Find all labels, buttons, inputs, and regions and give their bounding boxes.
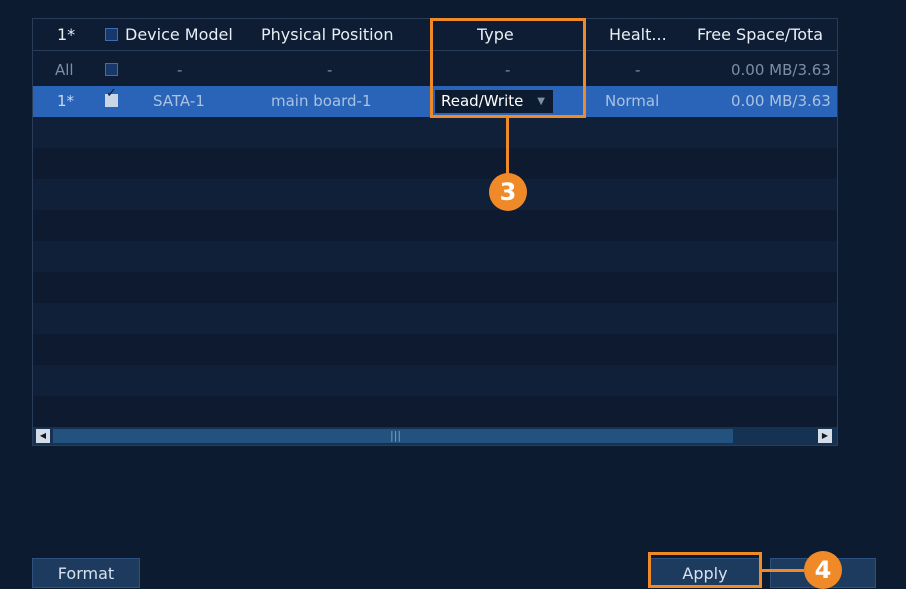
- row-free-space: 0.00 MB/3.63: [731, 92, 831, 110]
- header-physical-position[interactable]: Physical Position: [261, 19, 393, 50]
- step-3-badge: 3: [489, 173, 527, 211]
- callout-line: [762, 569, 804, 572]
- row-physical-position: -: [327, 61, 333, 79]
- empty-row: [33, 365, 837, 396]
- empty-row: [33, 241, 837, 272]
- row-device-model: -: [177, 61, 183, 79]
- empty-row: [33, 179, 837, 210]
- header-device-model[interactable]: Device Model: [125, 19, 233, 50]
- horizontal-scrollbar[interactable]: ◀ ||| ▶: [33, 427, 837, 445]
- empty-row: [33, 117, 837, 148]
- type-column-highlight: [430, 18, 586, 118]
- empty-row: [33, 272, 837, 303]
- row-checkbox[interactable]: [105, 63, 118, 76]
- empty-row: [33, 396, 837, 427]
- empty-row: [33, 148, 837, 179]
- row-device-model: SATA-1: [153, 92, 205, 110]
- row-health: Normal: [605, 92, 660, 110]
- empty-row: [33, 334, 837, 365]
- row-health: -: [635, 61, 641, 79]
- apply-button-highlight: [648, 552, 762, 588]
- empty-row: [33, 303, 837, 334]
- row-num: All: [55, 61, 74, 79]
- row-physical-position: main board-1: [271, 92, 372, 110]
- select-all-checkbox[interactable]: [105, 28, 118, 41]
- header-health[interactable]: Healt...: [609, 19, 667, 50]
- callout-line: [506, 118, 509, 174]
- format-button[interactable]: Format: [32, 558, 140, 588]
- row-free-space: 0.00 MB/3.63: [731, 61, 831, 79]
- grip-icon: |||: [390, 429, 402, 442]
- scroll-left-arrow-icon[interactable]: ◀: [36, 429, 50, 443]
- header-num[interactable]: 1*: [57, 19, 75, 50]
- scrollbar-thumb[interactable]: |||: [53, 429, 733, 443]
- empty-row: [33, 210, 837, 241]
- row-checkbox[interactable]: [105, 86, 118, 107]
- header-free-space[interactable]: Free Space/Tota: [697, 19, 823, 50]
- scroll-right-arrow-icon[interactable]: ▶: [818, 429, 832, 443]
- row-num: 1*: [57, 92, 75, 110]
- step-4-badge: 4: [804, 551, 842, 589]
